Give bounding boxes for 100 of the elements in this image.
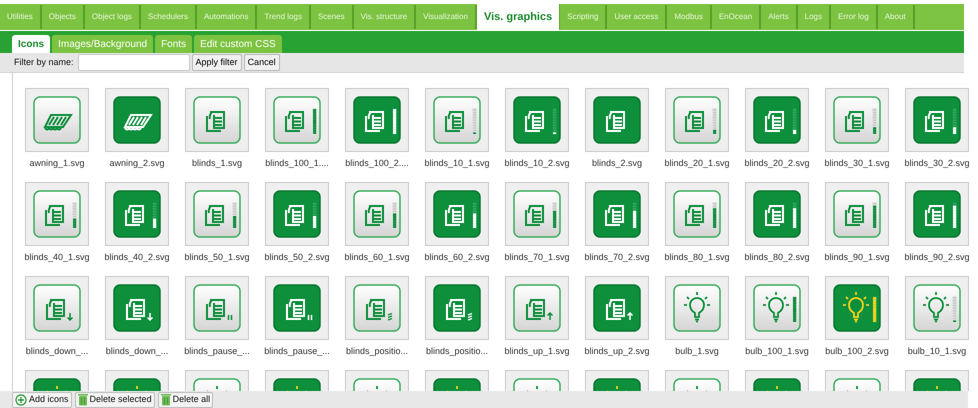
icon-tile[interactable]	[425, 182, 489, 246]
icon-tile[interactable]	[185, 88, 249, 152]
blinds-icon	[525, 205, 544, 226]
icon-tile[interactable]	[105, 88, 169, 152]
icon-tile[interactable]	[905, 88, 969, 152]
file-name: blinds_80_1.svg	[664, 251, 730, 263]
file-name: blinds_pause_...	[184, 345, 250, 357]
file-name: bulb_100_1.svg	[745, 345, 809, 357]
filter-button[interactable]: Apply filter	[192, 54, 242, 71]
sub-tab[interactable]: Fonts	[155, 35, 192, 53]
blinds-icon	[605, 205, 624, 226]
icon-tile[interactable]	[265, 276, 329, 340]
file-name: blinds_30_1.svg	[824, 157, 890, 169]
icon-tile[interactable]	[745, 88, 809, 152]
icon-tile[interactable]	[585, 182, 649, 246]
icon-tile[interactable]	[505, 182, 569, 246]
file-name: blinds_80_2.svg	[744, 251, 810, 263]
toolbar-button[interactable]: Add icons	[12, 392, 72, 408]
icon-tile[interactable]	[825, 182, 889, 246]
icon-tile[interactable]	[25, 88, 89, 152]
main-tab[interactable]: Vis. graphics	[476, 4, 560, 30]
icon-tile[interactable]	[265, 88, 329, 152]
icon-tile[interactable]	[265, 182, 329, 246]
file-name: blinds_20_1.svg	[664, 157, 730, 169]
icon-tile[interactable]	[25, 276, 89, 340]
file-name: blinds_positio...	[426, 345, 488, 357]
icon-tile[interactable]	[505, 88, 569, 152]
icon-tile[interactable]	[345, 276, 409, 340]
sub-tab[interactable]: Icons	[12, 35, 50, 53]
icon-tile[interactable]	[105, 276, 169, 340]
awning-icon	[43, 114, 73, 130]
file-name: blinds_10_1.svg	[424, 157, 490, 169]
file-name: blinds_70_1.svg	[504, 251, 570, 263]
blinds-icon	[445, 111, 464, 132]
file-name: blinds_70_2.svg	[584, 251, 650, 263]
blinds-icon	[925, 111, 944, 132]
icon-tile[interactable]	[825, 88, 889, 152]
icon-tile[interactable]	[425, 276, 489, 340]
blinds-icon	[845, 111, 864, 132]
icon-tile[interactable]	[25, 182, 89, 246]
icon-tile[interactable]	[825, 276, 889, 340]
file-name: blinds_down_...	[106, 345, 168, 357]
icon-tile[interactable]	[745, 276, 809, 340]
file-name: bulb_100_2.svg	[825, 345, 889, 357]
blinds-icon	[366, 299, 393, 321]
blinds-icon	[446, 299, 473, 321]
file-name: blinds_50_2.svg	[264, 251, 330, 263]
sub-tab[interactable]: Images/Background	[52, 35, 154, 53]
file-name: blinds_up_2.svg	[584, 345, 650, 357]
file-name: awning_1.svg	[29, 157, 85, 169]
icon-tile[interactable]	[905, 182, 969, 246]
file-name: blinds_60_2.svg	[424, 251, 490, 263]
blinds-icon	[285, 111, 304, 132]
blinds-icon	[925, 205, 944, 226]
blinds-icon	[685, 111, 704, 132]
blinds-icon	[285, 205, 304, 226]
file-name: blinds_40_1.svg	[24, 251, 90, 263]
toolbar-button[interactable]: Delete all	[158, 392, 214, 408]
icon-tile[interactable]	[585, 88, 649, 152]
sub-tab[interactable]: Edit custom CSS	[194, 35, 282, 53]
icon-tile[interactable]	[105, 182, 169, 246]
add-icon	[15, 394, 27, 406]
icon-tile[interactable]	[425, 88, 489, 152]
toolbar-button[interactable]: Delete selected	[74, 392, 155, 408]
blinds-icon	[526, 299, 554, 321]
file-name: blinds_60_1.svg	[344, 251, 410, 263]
blinds-icon	[126, 299, 154, 322]
blinds-icon	[125, 205, 144, 226]
file-name: blinds_50_1.svg	[184, 251, 250, 263]
icon-tile[interactable]	[585, 276, 649, 340]
icon-tile[interactable]	[185, 276, 249, 340]
file-name: blinds_down_...	[26, 345, 88, 357]
icon-tile[interactable]	[745, 182, 809, 246]
blinds-icon	[765, 205, 784, 226]
light-bulb-icon	[842, 291, 870, 322]
icon-tile[interactable]	[505, 276, 569, 340]
blinds-icon	[606, 111, 625, 132]
filter-button[interactable]: Cancel	[244, 54, 280, 71]
awning-icon	[123, 114, 153, 130]
filter-input[interactable]	[78, 54, 190, 71]
icon-tile[interactable]	[345, 182, 409, 246]
file-name: awning_2.svg	[109, 157, 165, 169]
file-name: blinds_20_2.svg	[744, 157, 810, 169]
icon-tile[interactable]	[665, 182, 729, 246]
icon-tile[interactable]	[185, 182, 249, 246]
blinds-icon	[45, 205, 64, 226]
icon-tile[interactable]	[665, 276, 729, 340]
filter-label: Filter by name:	[14, 56, 74, 69]
blinds-icon	[445, 205, 464, 226]
blinds-icon	[845, 205, 864, 226]
file-name: blinds_2.svg	[592, 157, 642, 169]
light-bulb-icon	[762, 291, 790, 322]
file-name: blinds_10_2.svg	[504, 157, 570, 169]
icon-tile[interactable]	[345, 88, 409, 152]
light-bulb-icon	[683, 291, 711, 322]
icon-tile[interactable]	[665, 88, 729, 152]
icon-tile[interactable]	[905, 276, 969, 340]
file-name: blinds_positio...	[346, 345, 408, 357]
file-name: bulb_10_1.svg	[908, 345, 966, 357]
blinds-icon	[606, 299, 634, 321]
